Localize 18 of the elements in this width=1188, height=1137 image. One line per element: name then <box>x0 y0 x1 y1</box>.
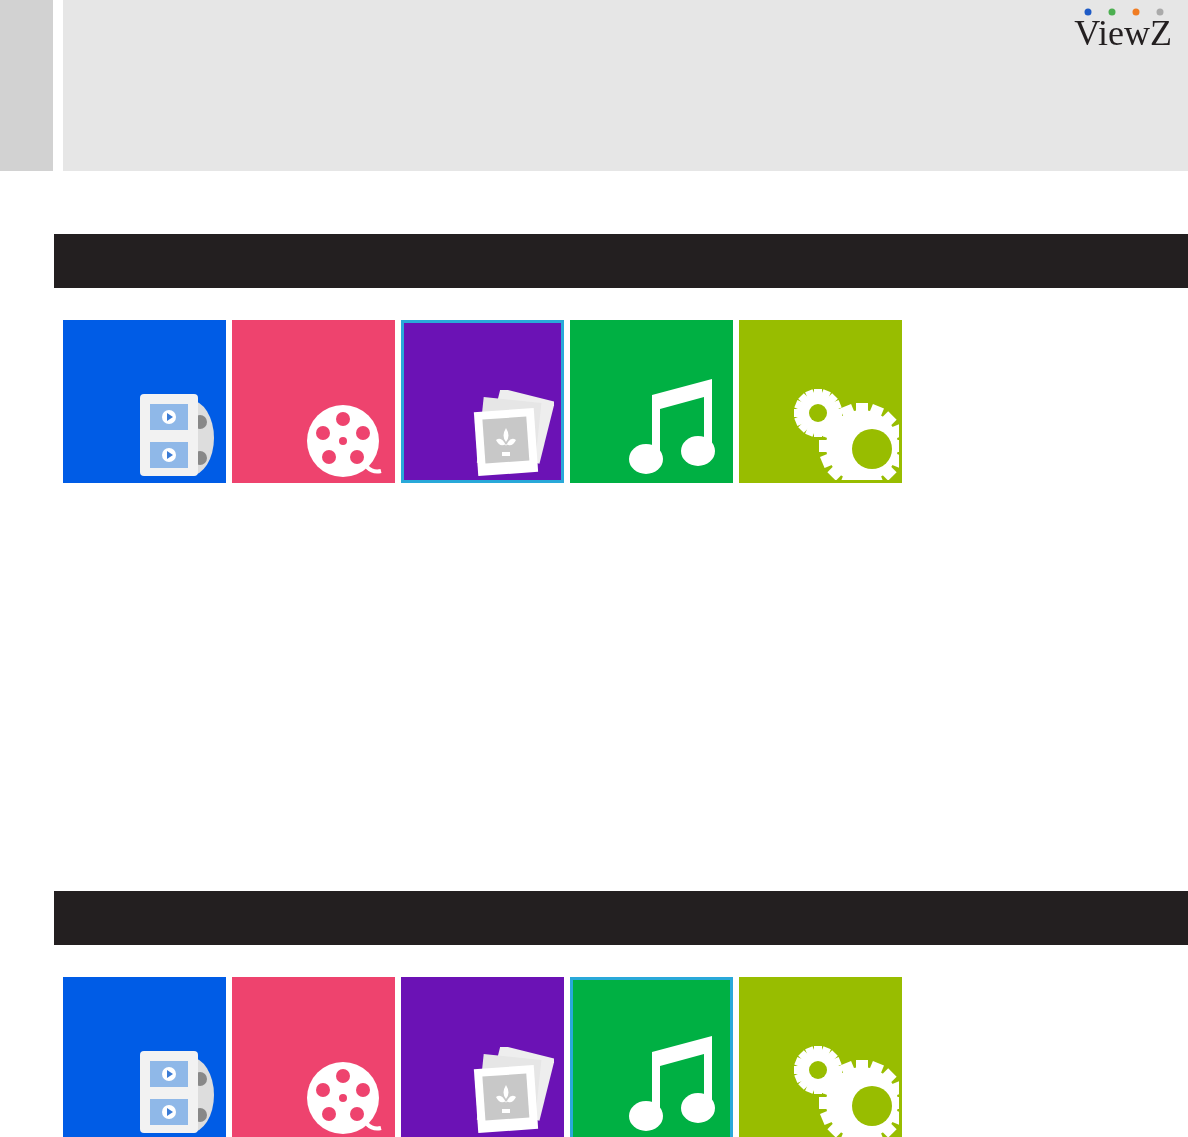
menu-tile[interactable] <box>401 977 564 1137</box>
menu-tile[interactable] <box>232 320 395 483</box>
menu-tile[interactable] <box>570 977 733 1137</box>
menu-tile[interactable] <box>63 977 226 1137</box>
menu-tile[interactable] <box>63 320 226 483</box>
film-reel-icon <box>307 1060 383 1136</box>
menu-tile[interactable] <box>232 977 395 1137</box>
logo-dots-icon <box>1084 8 1166 16</box>
gears-icon <box>794 1046 899 1137</box>
gears-icon <box>794 389 899 480</box>
brand-logo: ViewZ <box>1074 17 1172 50</box>
menu-tile[interactable] <box>739 320 902 483</box>
music-note-icon <box>628 1034 718 1132</box>
menu-tile[interactable] <box>570 320 733 483</box>
menu-tile[interactable] <box>401 320 564 483</box>
music-note-icon <box>628 377 718 475</box>
film-reel-icon <box>307 403 383 479</box>
menu-tile[interactable] <box>739 977 902 1137</box>
